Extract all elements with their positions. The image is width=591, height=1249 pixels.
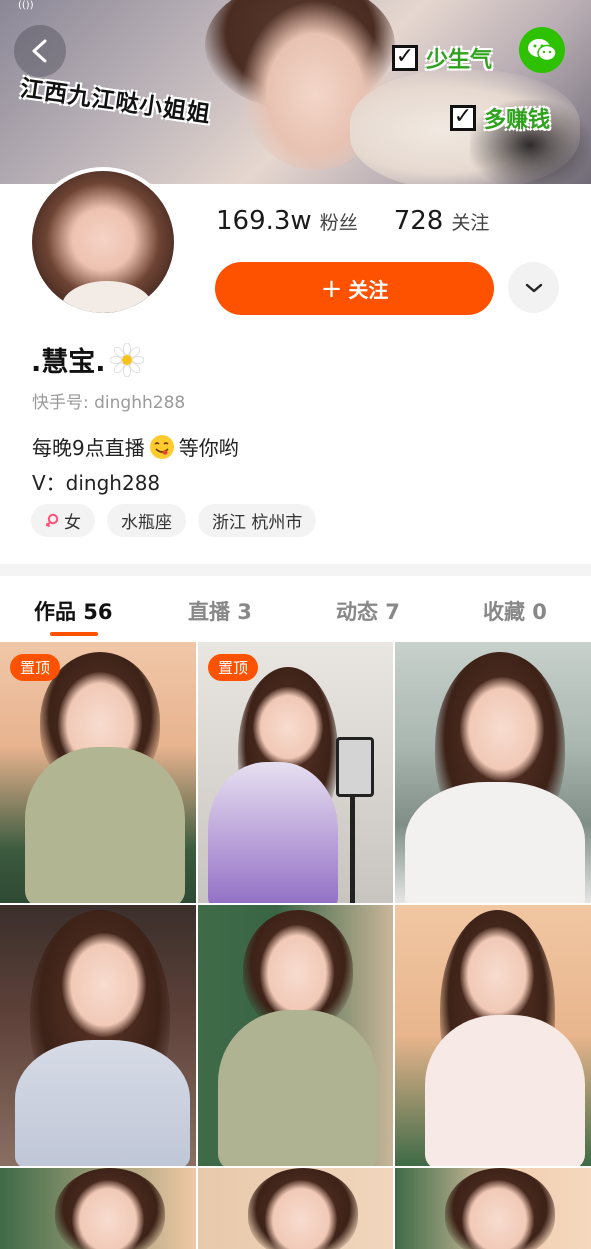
profile-stats: 169.3w 粉丝 728 关注	[216, 206, 489, 236]
video-thumbnail[interactable]	[198, 905, 393, 1166]
daisy-icon	[109, 342, 144, 377]
active-tab-indicator	[50, 632, 98, 636]
thumbnail-photo-costume	[208, 762, 338, 903]
profile-name-row: .慧宝.	[31, 340, 144, 379]
following-count[interactable]: 728	[394, 206, 444, 236]
wechat-share-button[interactable]	[519, 27, 565, 73]
chevron-left-icon	[32, 39, 47, 63]
chevron-down-icon	[525, 283, 542, 292]
female-icon	[45, 513, 59, 527]
profile-tags: 女 水瓶座 浙江 杭州市	[31, 504, 317, 537]
section-divider	[0, 564, 591, 576]
tab-moments[interactable]: 动态 7	[336, 596, 400, 626]
thumbnail-photo-body	[425, 1015, 585, 1166]
tag-constellation[interactable]: 水瓶座	[107, 504, 186, 537]
tab-live[interactable]: 直播 3	[188, 596, 252, 626]
banner-check-1: ✓ 少生气	[392, 42, 492, 74]
followers-count[interactable]: 169.3w	[216, 206, 312, 236]
tab-works[interactable]: 作品 56	[34, 596, 113, 626]
thumbnail-photo-face	[460, 677, 544, 781]
follow-button[interactable]: + 关注	[215, 262, 494, 315]
more-options-button[interactable]	[508, 262, 559, 313]
video-thumbnail[interactable]	[0, 905, 196, 1166]
bio-text: 等你哟	[178, 436, 239, 460]
video-thumbnail[interactable]: 置顶	[198, 642, 393, 903]
yum-emoji-icon	[149, 434, 174, 459]
pinned-badge: 置顶	[10, 654, 61, 681]
status-indicator: (())	[18, 0, 34, 11]
banner-caption: 江西九江哒小姐姐	[18, 75, 213, 129]
thumbnail-photo-face	[253, 687, 323, 767]
video-thumbnail[interactable]	[395, 1168, 591, 1249]
following-label[interactable]: 关注	[451, 208, 489, 235]
profile-name: .慧宝.	[31, 347, 106, 378]
banner-check-label: 多赚钱	[484, 108, 551, 133]
banner-check-2: ✓ 多赚钱	[450, 102, 550, 134]
avatar-photo-shirt	[62, 281, 152, 313]
video-grid: 置顶 置顶	[0, 642, 591, 1249]
phone-on-tripod	[336, 737, 374, 797]
checkbox-icon: ✓	[392, 45, 418, 71]
profile-banner: (()) 江西九江哒小姐姐 ✓ 少生气 ✓ 多赚钱	[0, 0, 591, 184]
banner-check-label: 少生气	[426, 48, 493, 73]
tag-gender[interactable]: 女	[31, 504, 95, 537]
thumbnail-photo-face	[460, 927, 534, 1023]
thumbnail-photo-face	[62, 933, 146, 1037]
video-thumbnail[interactable]: 置顶	[0, 642, 196, 903]
thumbnail-photo-body	[218, 1010, 378, 1166]
bio-text: 每晚9点直播	[32, 436, 145, 460]
pinned-badge: 置顶	[208, 654, 259, 681]
thumbnail-photo-body	[25, 747, 185, 903]
bio-line-2: V：dingh288	[32, 471, 161, 495]
thumbnail-photo-face	[260, 925, 334, 1021]
thumbnail-photo-body	[15, 1040, 190, 1166]
video-thumbnail[interactable]	[0, 1168, 196, 1249]
plus-icon: +	[320, 273, 343, 304]
follow-button-label: 关注	[348, 278, 389, 302]
video-thumbnail[interactable]	[198, 1168, 393, 1249]
tag-label: 水瓶座	[121, 513, 172, 533]
tag-label: 浙江 杭州市	[212, 513, 303, 533]
avatar[interactable]	[28, 167, 178, 317]
back-button[interactable]	[14, 25, 66, 77]
video-thumbnail[interactable]	[395, 905, 591, 1166]
tab-favorites[interactable]: 收藏 0	[483, 596, 547, 626]
checkbox-icon: ✓	[450, 105, 476, 131]
video-thumbnail[interactable]	[395, 642, 591, 903]
content-tabs: 作品 56 直播 3 动态 7 收藏 0	[0, 576, 591, 642]
tag-location[interactable]: 浙江 杭州市	[198, 504, 317, 537]
tag-label: 女	[64, 513, 81, 533]
thumbnail-photo-body	[405, 782, 585, 903]
followers-label[interactable]: 粉丝	[320, 208, 358, 235]
tripod-stand	[350, 797, 355, 903]
wechat-icon	[528, 39, 557, 62]
bio-line-1: 每晚9点直播 等你哟	[32, 432, 239, 461]
kuaishou-id[interactable]: 快手号: dinghh288	[32, 388, 185, 413]
